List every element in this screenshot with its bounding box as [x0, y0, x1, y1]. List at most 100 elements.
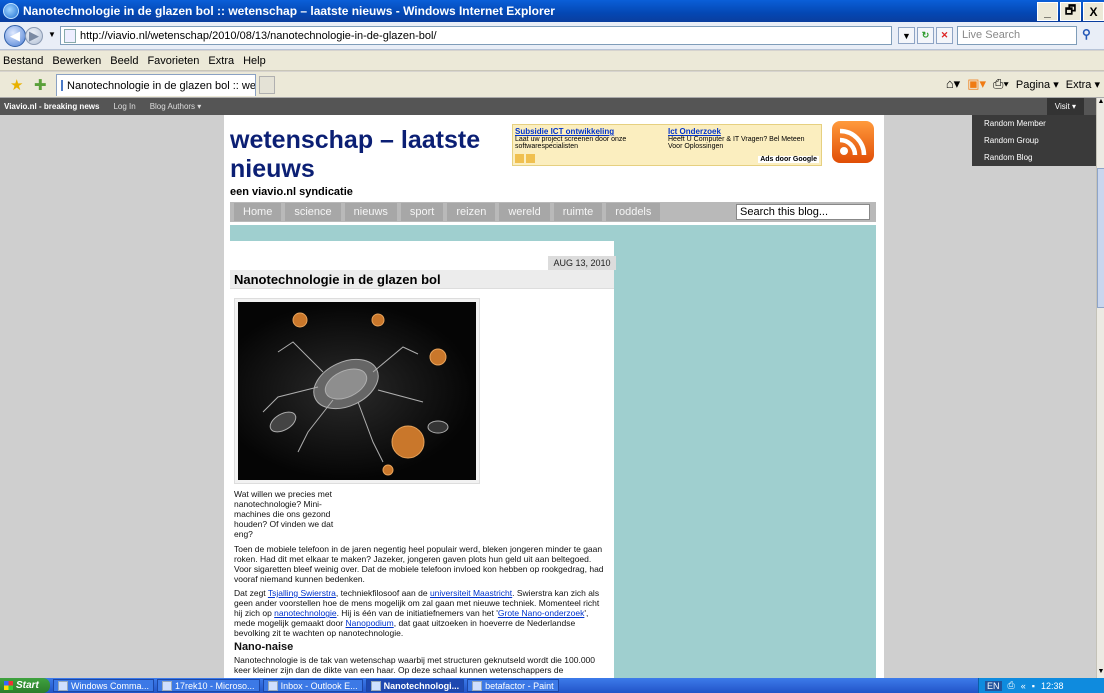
task-outlook[interactable]: Inbox - Outlook E... — [262, 679, 363, 692]
ad-prev-icon[interactable] — [515, 154, 524, 163]
post-paragraph-3: Nanotechnologie is de tak van wetenschap… — [234, 655, 595, 675]
content-area: AUG 13, 2010 Nanotechnologie in de glaze… — [230, 225, 876, 678]
post-title[interactable]: Nanotechnologie in de glazen bol — [230, 270, 614, 289]
visit-menu[interactable]: Visit ▾ — [1046, 98, 1084, 115]
blog-page: wetenschap – laatste nieuws een viavio.n… — [224, 115, 884, 678]
ad-1-title[interactable]: Subsidie ICT ontwikkeling — [515, 127, 665, 136]
google-ad-block: Subsidie ICT ontwikkeling Laat uw projec… — [512, 124, 822, 166]
scroll-down-icon[interactable]: ▼ — [1097, 668, 1104, 678]
task-paint[interactable]: betafactor - Paint — [467, 679, 559, 692]
link-nanotechnologie[interactable]: nanotechnologie — [274, 608, 336, 618]
random-member-link[interactable]: Random Member — [972, 115, 1096, 132]
menu-bestand[interactable]: Bestand — [3, 55, 43, 67]
taskbar: Start Windows Comma... 17rek10 - Microso… — [0, 678, 1104, 693]
close-button[interactable]: X — [1083, 2, 1104, 21]
address-field[interactable]: http://viavio.nl/wetenschap/2010/08/13/n… — [60, 26, 892, 45]
blog-search-input[interactable]: Search this blog... — [736, 204, 870, 220]
link-nanopodium[interactable]: Nanopodium — [346, 618, 394, 628]
browser-tab[interactable]: Nanotechnologie in de glazen bol :: wete… — [56, 74, 256, 96]
language-indicator[interactable]: EN — [985, 680, 1002, 691]
nav-nieuws[interactable]: nieuws — [344, 203, 397, 221]
task-word[interactable]: 17rek10 - Microso... — [157, 679, 260, 692]
nav-science[interactable]: science — [285, 203, 341, 221]
back-button[interactable]: ◀ — [4, 25, 26, 47]
page-menu[interactable]: Pagina ▾ — [1016, 78, 1059, 91]
window-title: Nanotechnologie in de glazen bol :: wete… — [23, 4, 555, 18]
ad-2[interactable]: Ict Onderzoek Heeft U Computer & IT Vrag… — [668, 127, 818, 150]
scrollbar-thumb[interactable] — [1097, 168, 1104, 308]
task-windows-command[interactable]: Windows Comma... — [53, 679, 155, 692]
post-date: AUG 13, 2010 — [548, 256, 616, 270]
menu-help[interactable]: Help — [243, 55, 266, 67]
blog-title[interactable]: wetenschap – laatste nieuws — [230, 126, 500, 184]
rss-feed-icon[interactable] — [832, 121, 874, 163]
ie-icon — [3, 3, 19, 19]
task-ie[interactable]: Nanotechnologi... — [365, 679, 465, 692]
maximize-button[interactable]: 🗗 — [1060, 2, 1081, 21]
tools-menu[interactable]: Extra ▾ — [1066, 78, 1100, 91]
address-url: http://viavio.nl/wetenschap/2010/08/13/n… — [80, 29, 437, 42]
link-universiteit-maastricht[interactable]: universiteit Maastricht — [430, 588, 512, 598]
ad-1[interactable]: Subsidie ICT ontwikkeling Laat uw projec… — [515, 127, 665, 150]
tab-favicon-icon — [61, 80, 63, 91]
nav-roddels[interactable]: roddels — [606, 203, 661, 221]
ad-nav — [515, 154, 535, 163]
live-search-input[interactable]: Live Search — [957, 26, 1077, 45]
nav-sport[interactable]: sport — [400, 203, 444, 221]
forward-button[interactable]: ▶ — [25, 27, 43, 45]
stop-icon[interactable]: ✕ — [936, 27, 953, 44]
window-titlebar: Nanotechnologie in de glazen bol :: wete… — [0, 0, 1104, 22]
address-dropdown-icon[interactable]: ▼ — [898, 27, 915, 44]
outlook-icon — [267, 680, 278, 691]
menu-favorieten[interactable]: Favorieten — [147, 55, 199, 67]
command-bar: ⌂▾ ▣▾ ⎙▾ Pagina ▾ Extra ▾ — [946, 76, 1100, 92]
post-intro: Wat willen we precies met nanotechnologi… — [234, 489, 334, 539]
home-icon[interactable]: ⌂▾ — [946, 76, 960, 92]
login-link[interactable]: Log In — [113, 102, 135, 111]
address-toolbar: ◀ ▶ ▼ http://viavio.nl/wetenschap/2010/0… — [0, 22, 1104, 50]
ad-next-icon[interactable] — [526, 154, 535, 163]
blog-authors-menu[interactable]: Blog Authors ▾ — [150, 102, 202, 111]
post-image — [234, 298, 480, 484]
nav-reizen[interactable]: reizen — [447, 203, 496, 221]
printer-tray-icon[interactable]: ⎙ — [1008, 680, 1015, 691]
nav-ruimte[interactable]: ruimte — [553, 203, 603, 221]
nav-home[interactable]: Home — [234, 203, 282, 221]
nav-wereld[interactable]: wereld — [499, 203, 550, 221]
link-grote-nano-onderzoek[interactable]: Grote Nano-onderzoek — [498, 608, 584, 618]
ads-by-google[interactable]: Ads door Google — [758, 156, 819, 163]
blog-nav: Home science nieuws sport reizen wereld … — [230, 202, 876, 222]
scroll-up-icon[interactable]: ▲ — [1097, 98, 1104, 108]
visit-dropdown: Random Member Random Group Random Blog — [972, 115, 1096, 166]
new-tab-button[interactable] — [259, 76, 275, 94]
cmd-icon — [58, 680, 68, 691]
print-icon[interactable]: ⎙▾ — [993, 76, 1009, 92]
menu-bewerken[interactable]: Bewerken — [52, 55, 101, 67]
search-icon[interactable]: ⚲ — [1082, 27, 1100, 44]
menu-extra[interactable]: Extra — [208, 55, 234, 67]
history-dropdown-icon[interactable]: ▼ — [48, 30, 56, 39]
link-tsjalling-swierstra[interactable]: Tsjalling Swierstra — [268, 588, 336, 598]
admin-bar-brand[interactable]: Viavio.nl - breaking news — [4, 102, 99, 111]
clock[interactable]: 12:38 — [1041, 681, 1064, 691]
random-group-link[interactable]: Random Group — [972, 132, 1096, 149]
tab-label: Nanotechnologie in de glazen bol :: wete… — [67, 79, 256, 92]
add-favorite-icon[interactable]: ✚ — [34, 76, 47, 94]
ad-2-title[interactable]: Ict Onderzoek — [668, 127, 818, 136]
random-blog-link[interactable]: Random Blog — [972, 149, 1096, 166]
blog-post: AUG 13, 2010 Nanotechnologie in de glaze… — [230, 241, 616, 678]
refresh-icon[interactable]: ↻ — [917, 27, 934, 44]
network-tray-icon[interactable]: ▪ — [1032, 681, 1035, 691]
page-viewport: Viavio.nl - breaking news Log In Blog Au… — [0, 98, 1096, 678]
feeds-icon[interactable]: ▣▾ — [967, 76, 986, 92]
menu-beeld[interactable]: Beeld — [110, 55, 138, 67]
wp-admin-bar: Viavio.nl - breaking news Log In Blog Au… — [0, 98, 1096, 115]
blog-tagline: een viavio.nl syndicatie — [230, 186, 353, 198]
nanobot-illustration — [238, 302, 476, 480]
minimize-button[interactable]: _ — [1037, 2, 1058, 21]
favorites-star-icon[interactable]: ★ — [10, 76, 23, 94]
start-button[interactable]: Start — [0, 678, 50, 693]
windows-logo-icon — [4, 681, 13, 690]
tray-expand-icon[interactable]: « — [1021, 681, 1026, 691]
vertical-scrollbar[interactable]: ▲ ▼ — [1096, 98, 1104, 678]
